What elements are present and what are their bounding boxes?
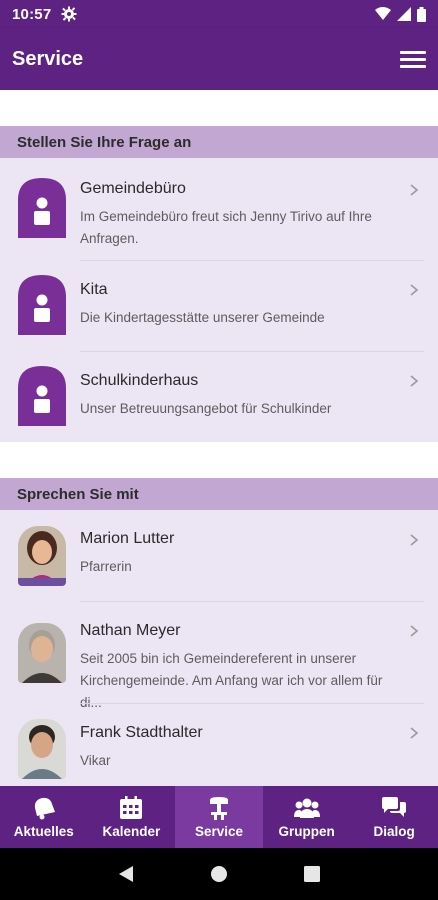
nav-label: Dialog [373, 823, 415, 839]
nav-label: Aktuelles [13, 823, 74, 839]
list-item-marion-lutter[interactable]: Marion Lutter Pfarrerin [0, 510, 438, 601]
nav-tab-kalender[interactable]: Kalender [88, 786, 176, 848]
item-title: Kita [80, 281, 108, 298]
item-subtitle: Vikar [80, 753, 111, 768]
page-title: Service [12, 47, 84, 70]
system-navigation-bar [0, 848, 438, 900]
section-list-questions: Gemeindebüro Im Gemeindebüro freut sich … [0, 158, 438, 442]
bell-icon [34, 797, 55, 819]
back-icon[interactable] [117, 864, 135, 884]
person-door-icon [18, 178, 66, 238]
nav-label: Gruppen [278, 823, 335, 839]
chevron-right-icon [410, 284, 419, 296]
status-time: 10:57 [12, 5, 52, 23]
item-subtitle: Im Gemeindebüro freut sich Jenny Tirivo … [80, 209, 372, 246]
nav-label: Service [194, 823, 243, 839]
list-item-gemeindebuero[interactable]: Gemeindebüro Im Gemeindebüro freut sich … [0, 158, 438, 260]
list-item-frank-stadthalter[interactable]: Frank Stadthalter Vikar [0, 703, 438, 786]
item-subtitle: Die Kindertagesstätte unserer Gemeinde [80, 310, 325, 325]
item-subtitle: Unser Betreuungsangebot für Schulkinder [80, 401, 332, 416]
recents-icon[interactable] [303, 865, 321, 883]
chat-icon [382, 796, 407, 817]
avatar-marion-lutter [18, 526, 66, 586]
section-header-questions: Stellen Sie Ihre Frage an [0, 126, 438, 158]
person-door-icon [18, 366, 66, 426]
item-title: Gemeindebüro [80, 180, 186, 197]
item-subtitle: Pfarrerin [80, 559, 132, 574]
chevron-right-icon [410, 625, 419, 637]
nav-tab-dialog[interactable]: Dialog [350, 786, 438, 848]
nav-label: Kalender [102, 823, 161, 839]
wifi-icon [375, 7, 391, 20]
nav-tab-service[interactable]: Service [175, 786, 263, 848]
section-spacer [0, 442, 438, 478]
settings-gear-icon [61, 6, 77, 22]
menu-line [400, 64, 426, 68]
content-scroll-area[interactable]: Stellen Sie Ihre Frage an Gemeindebüro I… [0, 90, 438, 786]
battery-icon [417, 6, 426, 22]
avatar-frank-stadthalter [18, 719, 66, 779]
home-icon[interactable] [209, 864, 229, 884]
section-header-contacts: Sprechen Sie mit [0, 478, 438, 510]
menu-line [400, 50, 426, 54]
service-icon [209, 796, 228, 820]
section-list-contacts: Marion Lutter Pfarrerin Nathan Meyer Sei… [0, 510, 438, 786]
bottom-navigation: Aktuelles Kalender Service Gruppen Dialo… [0, 786, 438, 848]
list-item-kita[interactable]: Kita Die Kindertagesstätte unserer Gemei… [0, 260, 438, 351]
hamburger-menu-button[interactable] [400, 46, 426, 72]
calendar-icon [120, 795, 143, 819]
chevron-right-icon [410, 184, 419, 196]
menu-line [400, 57, 426, 61]
item-title: Marion Lutter [80, 530, 175, 547]
chevron-right-icon [410, 727, 419, 739]
item-title: Nathan Meyer [80, 622, 181, 639]
item-title: Schulkinderhaus [80, 372, 199, 389]
nav-tab-aktuelles[interactable]: Aktuelles [0, 786, 88, 848]
item-title: Frank Stadthalter [80, 724, 203, 741]
person-door-icon [18, 275, 66, 335]
groups-icon [293, 798, 320, 818]
nav-tab-gruppen[interactable]: Gruppen [263, 786, 351, 848]
list-item-nathan-meyer[interactable]: Nathan Meyer Seit 2005 bin ich Gemeinder… [0, 601, 438, 710]
top-spacer [0, 90, 438, 126]
status-bar: 10:57 [0, 0, 438, 28]
status-icons [375, 6, 426, 22]
signal-icon [397, 7, 411, 21]
list-item-schulkinderhaus[interactable]: Schulkinderhaus Unser Betreuungsangebot … [0, 351, 438, 442]
chevron-right-icon [410, 534, 419, 546]
app-bar: Service [0, 28, 438, 90]
chevron-right-icon [410, 375, 419, 387]
avatar-nathan-meyer [18, 623, 66, 683]
